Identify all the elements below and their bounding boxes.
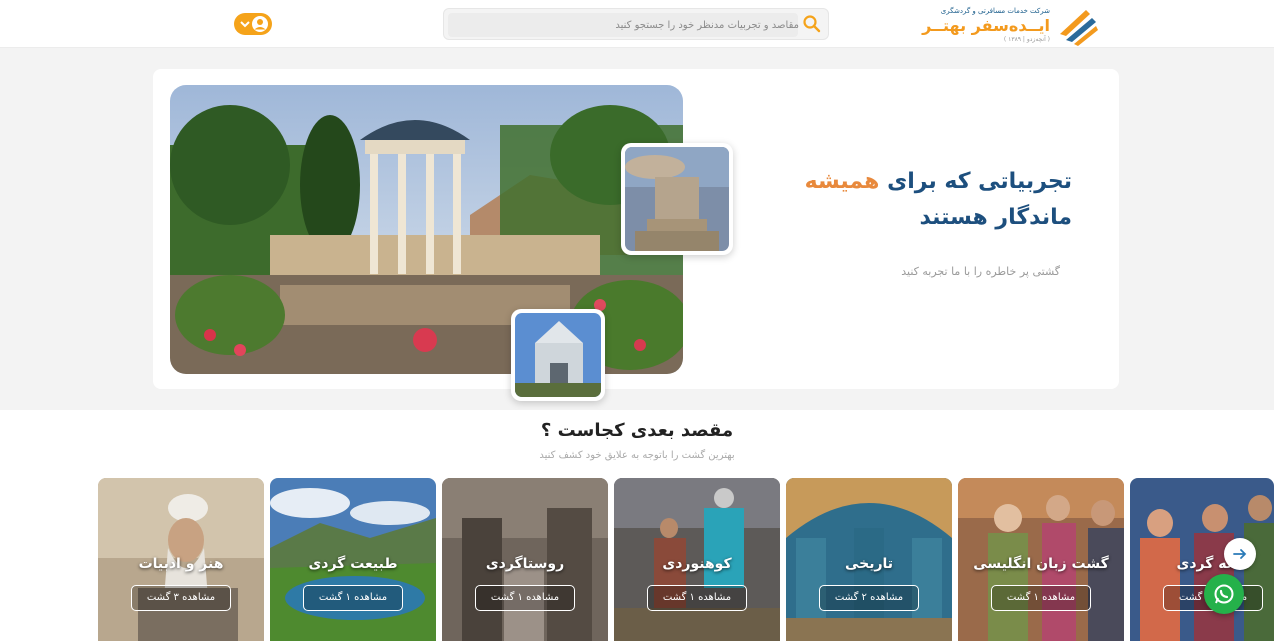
card-title: روستاگردی [485,556,565,572]
hero-section: تجربیاتی که برای همیشه ماندگار هستند گشت… [153,69,1119,401]
category-card-english-tour[interactable]: گشت زبان انگلیسی مشاهده ۱ گشت [958,478,1124,641]
card-title: گشت زبان انگلیسی [973,556,1109,572]
logo-company-line: شرکت خدمات مسافرتی و گردشگری [940,7,1050,15]
hero-title-part2: ماندگار هستند [919,205,1072,230]
user-icon [252,16,268,32]
hero-title-part1: تجربیاتی که برای [887,169,1072,194]
view-tours-button[interactable]: مشاهده ۱ گشت [303,585,403,611]
whatsapp-button[interactable] [1204,574,1244,614]
category-card-mountain[interactable]: کوهنوردی مشاهده ۱ گشت [614,478,780,641]
chevron-down-icon [240,21,250,28]
card-title: طبیعت گردی [308,556,398,572]
user-menu-button[interactable] [234,13,272,35]
category-card-nature[interactable]: طبیعت گردی مشاهده ۱ گشت [270,478,436,641]
category-card-historical[interactable]: تاریخی مشاهده ۲ گشت [786,478,952,641]
search-box [443,8,829,40]
card-title: کوهنوردی [662,556,732,572]
logo-sub-line: ( آنچه‌زدو | ۱۳۸۹ ) [1003,36,1050,43]
hero-title-accent: همیشه [804,169,880,194]
view-tours-button[interactable]: مشاهده ۱ گشت [475,585,575,611]
destinations-subtitle: بهترین گشت را باتوجه به علایق خود کشف کن… [539,450,735,461]
view-tours-button[interactable]: مشاهده ۳ گشت [131,585,231,611]
site-header: شرکت خدمات مسافرتی و گردشگری ایــده‌سفر … [0,0,1274,48]
category-card-village[interactable]: روستاگردی مشاهده ۱ گشت [442,478,608,641]
hero-thumb-ferdowsi [621,143,733,255]
card-title: هنر و ادبیات [138,556,224,572]
search-icon[interactable] [802,14,822,34]
view-tours-button[interactable]: مشاهده ۲ گشت [819,585,919,611]
logo-brand-name: ایــده‌سفر بهتــر [922,16,1050,35]
category-card-art[interactable]: هنر و ادبیات مشاهده ۳ گشت [98,478,264,641]
destinations-title: مقصد بعدی کجاست ؟ [540,420,734,441]
arrow-right-icon [1233,549,1247,559]
hero-thumb-monument [511,309,605,401]
destinations-section: مقصد بعدی کجاست ؟ بهترین گشت را باتوجه ب… [0,410,1274,641]
site-logo[interactable]: شرکت خدمات مسافرتی و گردشگری ایــده‌سفر … [922,4,1100,46]
hero-subtitle: گشتی پر خاطره را با ما تجربه کنید [901,265,1060,278]
hero-title: تجربیاتی که برای همیشه ماندگار هستند [732,164,1072,236]
view-tours-button[interactable]: مشاهده ۱ گشت [991,585,1091,611]
card-title: تاریخی [844,556,894,572]
view-tours-button[interactable]: مشاهده ۱ گشت [647,585,747,611]
hero-photo-hafez-tomb [170,85,683,374]
logo-mark-icon [1060,10,1098,46]
whatsapp-icon [1214,584,1234,604]
carousel-next-button[interactable] [1224,538,1256,570]
search-input[interactable] [454,14,799,36]
